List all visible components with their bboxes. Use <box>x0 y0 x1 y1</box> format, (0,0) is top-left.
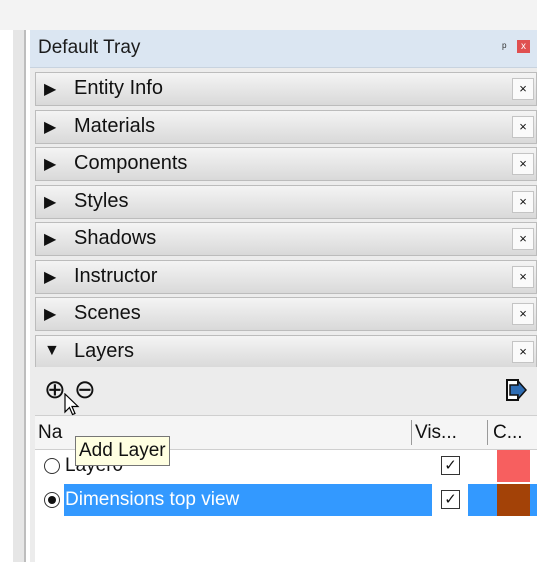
collapsed-arrow-icon: ▶ <box>44 193 57 211</box>
panel-close-icon[interactable]: × <box>512 228 534 250</box>
panel-close-icon[interactable]: × <box>512 115 534 138</box>
layer-color-swatch[interactable] <box>497 484 530 516</box>
panel-close-icon[interactable]: × <box>512 190 534 213</box>
left-dock-strip <box>13 30 24 562</box>
visible-cell: ✓ <box>432 484 468 516</box>
panel-close-icon[interactable]: × <box>512 153 534 175</box>
collapsed-arrow-icon: ▶ <box>44 118 57 136</box>
pin-icon[interactable]: ᵖ <box>502 40 507 54</box>
column-separator[interactable] <box>411 420 412 445</box>
panel-close-icon[interactable]: × <box>512 265 534 288</box>
layers-toolbar: ⊕ ⊖ <box>35 367 537 415</box>
panel-entity-info[interactable]: ▶ Entity Info × <box>35 72 537 106</box>
top-band <box>0 0 537 30</box>
active-layer-radio[interactable] <box>44 492 60 508</box>
panel-instructor[interactable]: ▶ Instructor × <box>35 259 537 294</box>
visible-cell: ✓ <box>432 450 468 482</box>
mouse-cursor-icon <box>64 393 80 416</box>
column-name-header[interactable]: Na <box>38 422 62 444</box>
panel-label: Entity Info <box>74 77 163 99</box>
panel-materials[interactable]: ▶ Materials × <box>35 109 537 144</box>
visible-checkbox[interactable]: ✓ <box>441 490 460 509</box>
column-visible-header[interactable]: Vis... <box>415 422 457 444</box>
details-arrow-icon[interactable] <box>505 377 527 403</box>
visible-checkbox[interactable]: ✓ <box>441 456 460 475</box>
panel-label: Instructor <box>74 264 158 287</box>
panel-label: Shadows <box>74 227 157 249</box>
column-color-header[interactable]: C... <box>493 422 523 444</box>
left-dock-divider <box>24 30 26 562</box>
panel-label: Components <box>74 152 188 174</box>
panel-list: ▶ Entity Info × ▶ Materials × ▶ Componen… <box>35 72 537 372</box>
collapsed-arrow-icon: ▶ <box>44 81 57 98</box>
panel-layers[interactable]: ▼ Layers × <box>35 334 537 369</box>
panel-label: Scenes <box>74 302 141 324</box>
panel-label: Styles <box>74 189 129 212</box>
panel-label: Materials <box>74 114 156 137</box>
tray-close-icon[interactable]: x <box>517 40 530 53</box>
panel-shadows[interactable]: ▶ Shadows × <box>35 222 537 256</box>
panel-scenes[interactable]: ▶ Scenes × <box>35 297 537 331</box>
collapsed-arrow-icon: ▶ <box>44 156 57 173</box>
panel-close-icon[interactable]: × <box>512 340 534 363</box>
add-layer-tooltip: Add Layer <box>75 436 170 466</box>
collapsed-arrow-icon: ▶ <box>44 268 57 286</box>
panel-close-icon[interactable]: × <box>512 303 534 325</box>
column-separator[interactable] <box>487 420 488 445</box>
expanded-arrow-icon: ▼ <box>44 341 60 359</box>
layer-color-swatch[interactable] <box>497 450 530 482</box>
collapsed-arrow-icon: ▶ <box>44 306 57 323</box>
panel-components[interactable]: ▶ Components × <box>35 147 537 181</box>
panel-label: Layers <box>74 339 135 362</box>
add-layer-icon[interactable]: ⊕ <box>44 374 66 405</box>
default-tray: Default Tray ᵖ x ▶ Entity Info × ▶ Mater… <box>30 30 537 562</box>
collapsed-arrow-icon: ▶ <box>44 231 57 248</box>
tray-title: Default Tray <box>38 37 141 58</box>
layer-name[interactable]: Dimensions top view <box>65 489 239 511</box>
panel-styles[interactable]: ▶ Styles × <box>35 184 537 219</box>
active-layer-radio[interactable] <box>44 458 60 474</box>
panel-close-icon[interactable]: × <box>512 78 534 100</box>
layer-row[interactable]: Dimensions top view ✓ <box>35 484 537 516</box>
tray-header: Default Tray ᵖ x <box>30 30 537 68</box>
